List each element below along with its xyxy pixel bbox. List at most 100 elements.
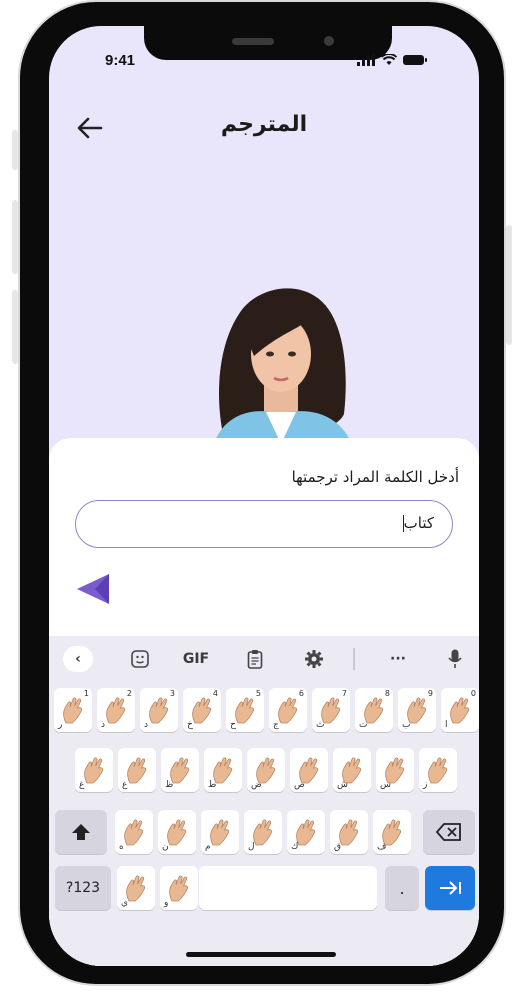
key-number: 9 (427, 689, 433, 698)
sign-key-0[interactable]: 0ا (441, 688, 479, 732)
signal-icon (357, 54, 375, 66)
sign-key-r2-7[interactable]: س (376, 748, 414, 792)
sign-key-r4-1[interactable]: و (160, 866, 198, 910)
sign-key-r3-5[interactable]: ق (330, 810, 368, 854)
microphone-icon[interactable] (443, 646, 467, 672)
sign-keyboard: ‹ GIF ··· 1ر2ذ3د4خ5ح6ج7ث8ت9ب0ا غعظطضصشس (49, 636, 479, 966)
key-number: 8 (384, 689, 390, 698)
space-key[interactable] (199, 866, 377, 910)
sign-key-r2-5[interactable]: ص (290, 748, 328, 792)
phone-frame: 9:41 المترجم أدخل الكلمة المراد ترجمتها … (12, 0, 512, 990)
key-letter: ظ (165, 780, 174, 790)
shift-arrow-icon (72, 824, 90, 840)
key-letter: و (164, 898, 169, 908)
backspace-key[interactable] (423, 810, 475, 854)
key-number: 5 (255, 689, 261, 698)
key-letter: ذ (101, 720, 106, 730)
key-letter: د (144, 720, 149, 730)
battery-icon (403, 55, 427, 65)
speaker (232, 38, 274, 45)
hand-sign-icon (84, 757, 104, 784)
hand-sign-icon (106, 697, 126, 724)
key-number: 2 (126, 689, 132, 698)
collapse-toolbar-icon[interactable]: ‹ (63, 646, 93, 672)
status-time: 9:41 (105, 52, 136, 69)
notch (144, 26, 392, 60)
sign-key-r2-2[interactable]: ظ (161, 748, 199, 792)
key-letter: ت (359, 720, 368, 730)
key-letter: ج (273, 720, 279, 730)
gif-button[interactable]: GIF (179, 646, 213, 672)
sign-key-r3-0[interactable]: ه (115, 810, 153, 854)
avatar-image (214, 288, 352, 444)
sticker-icon[interactable] (127, 646, 153, 672)
keyboard-toolbar: ‹ GIF ··· (49, 636, 479, 682)
page-title: المترجم (220, 112, 308, 137)
enter-key[interactable] (425, 866, 475, 910)
key-letter: ه (119, 842, 124, 852)
more-options-icon[interactable]: ··· (383, 646, 413, 672)
sign-key-r2-1[interactable]: ع (118, 748, 156, 792)
sign-key-r3-2[interactable]: م (201, 810, 239, 854)
sign-key-r3-6[interactable]: ف (373, 810, 411, 854)
key-number: 4 (212, 689, 218, 698)
key-number: 0 (470, 689, 476, 698)
settings-gear-icon[interactable] (301, 646, 327, 672)
sign-key-1[interactable]: 1ر (54, 688, 92, 732)
key-number: 1 (83, 689, 89, 698)
key-letter: ض (251, 780, 262, 790)
hand-sign-icon (169, 875, 189, 902)
sign-key-r4-0[interactable]: ي (117, 866, 155, 910)
key-letter: غ (79, 780, 85, 790)
word-input[interactable]: كتاب (75, 500, 453, 548)
key-letter: ل (248, 842, 255, 852)
sign-key-r2-4[interactable]: ض (247, 748, 285, 792)
key-letter: ص (294, 780, 305, 790)
sign-key-5[interactable]: 5ح (226, 688, 264, 732)
key-letter: ط (208, 780, 217, 790)
sign-key-r2-0[interactable]: غ (75, 748, 113, 792)
camera (324, 36, 334, 46)
sign-key-2[interactable]: 2ذ (97, 688, 135, 732)
hand-sign-icon (124, 819, 144, 846)
sign-key-6[interactable]: 6ج (269, 688, 307, 732)
symbols-key[interactable]: ?123 (55, 866, 111, 910)
key-letter: ح (230, 720, 236, 730)
key-letter: س (380, 780, 391, 790)
sign-key-9[interactable]: 9ب (398, 688, 436, 732)
key-letter: ر (58, 720, 63, 730)
key-letter: ق (334, 842, 341, 852)
sign-key-7[interactable]: 7ث (312, 688, 350, 732)
sign-key-r2-6[interactable]: ش (333, 748, 371, 792)
period-key[interactable]: . (385, 866, 419, 910)
key-letter: م (205, 842, 211, 852)
backspace-icon (436, 823, 461, 841)
sign-key-r3-4[interactable]: ك (287, 810, 325, 854)
sign-key-r2-3[interactable]: ط (204, 748, 242, 792)
key-letter: ع (122, 780, 128, 790)
status-icons (357, 54, 427, 66)
key-letter: ب (402, 720, 411, 730)
hand-sign-icon (63, 697, 83, 724)
sign-key-8[interactable]: 8ت (355, 688, 393, 732)
shift-key[interactable] (55, 810, 107, 854)
input-prompt: أدخل الكلمة المراد ترجمتها (291, 468, 459, 486)
key-letter: خ (187, 720, 193, 730)
key-number: 3 (169, 689, 175, 698)
hand-sign-icon (450, 697, 470, 724)
sign-key-3[interactable]: 3د (140, 688, 178, 732)
word-input-value: كتاب (402, 514, 434, 532)
key-letter: ن (162, 842, 169, 852)
sign-key-r3-1[interactable]: ن (158, 810, 196, 854)
sign-key-r3-3[interactable]: ل (244, 810, 282, 854)
send-icon[interactable] (75, 572, 111, 606)
sign-key-r2-8[interactable]: ز (419, 748, 457, 792)
clipboard-icon[interactable] (243, 646, 267, 672)
enter-arrow-icon (440, 881, 461, 895)
wifi-icon (381, 54, 397, 65)
home-indicator (186, 952, 336, 957)
sign-key-4[interactable]: 4خ (183, 688, 221, 732)
screen: 9:41 المترجم أدخل الكلمة المراد ترجمتها … (49, 26, 479, 966)
key-number: 7 (341, 689, 347, 698)
hand-sign-icon (428, 757, 448, 784)
